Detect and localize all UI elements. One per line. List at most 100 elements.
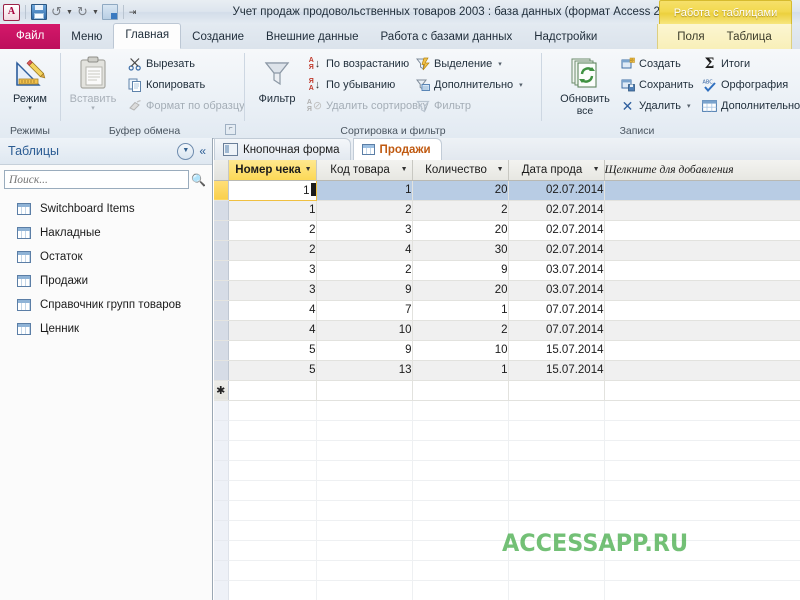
chevron-down-icon[interactable]: ▼ [177,142,195,160]
tab-file[interactable]: Файл [0,24,61,49]
row-selector[interactable] [214,260,229,281]
cell-nomer-cheka[interactable]: 2 [228,240,317,261]
cell-nomer-cheka[interactable]: 1 [228,200,317,221]
tab-home[interactable]: Главная [113,23,182,49]
cell-nomer-cheka[interactable]: 2 [228,220,317,241]
spelling-button[interactable]: ABC Орфография [702,76,788,93]
cell-kolichestvo[interactable]: 10 [412,340,509,361]
cell-kolichestvo[interactable]: 30 [412,240,509,261]
selection-button[interactable]: Выделение ▾ [415,55,502,72]
save-record-button[interactable]: Сохранить [620,76,694,93]
cell-data-prodazhi[interactable]: 15.07.2014 [508,360,605,381]
cell-kod-tovara[interactable]: 3 [316,220,413,241]
cell-kod-tovara[interactable]: 7 [316,300,413,321]
cell-kod-tovara[interactable]: 4 [316,240,413,261]
access-logo-icon[interactable]: A [3,3,20,21]
delete-record-button[interactable]: ✕ Удалить ▾ [620,97,691,114]
cell-data-prodazhi[interactable]: 03.07.2014 [508,280,605,301]
cell-kod-tovara[interactable]: 9 [316,280,413,301]
cell-nomer-cheka[interactable]: 5 [228,360,317,381]
table-row[interactable]: 1 2 2 02.07.2014 [214,200,800,221]
nav-item-switchboard-items[interactable]: Switchboard Items [0,197,212,221]
tab-external-data[interactable]: Внешние данные [255,25,369,49]
paste-button[interactable]: Вставить ▾ [65,53,121,113]
row-selector[interactable] [214,240,229,261]
cell-kod-tovara[interactable]: 1 [316,180,413,201]
cell-nomer-cheka-new[interactable] [228,380,317,401]
add-new-field-header[interactable]: Щелкните для добавления [604,160,800,181]
filter-button[interactable]: Фильтр [249,53,305,105]
chevron-down-icon[interactable]: ▼ [495,166,507,173]
copy-button[interactable]: Копировать [127,76,205,93]
cell-data-prodazhi[interactable]: 15.07.2014 [508,340,605,361]
cell-data-prodazhi[interactable]: 07.07.2014 [508,300,605,321]
tab-create[interactable]: Создание [181,25,255,49]
cell-kod-tovara-new[interactable] [316,380,413,401]
advanced-button[interactable]: Дополнительно ▾ [415,76,523,93]
double-chevron-left-icon[interactable]: « [199,144,206,158]
cell-data-prodazhi[interactable]: 07.07.2014 [508,320,605,341]
cell-kolichestvo[interactable]: 2 [412,320,509,341]
column-header-data-prodazhi[interactable]: Дата прода ▼ [508,160,605,181]
view-button[interactable]: Режим ▾ [2,53,58,113]
table-row[interactable]: 3 2 9 03.07.2014 [214,260,800,281]
tab-fields[interactable]: Поля [666,25,715,49]
row-selector[interactable] [214,200,229,221]
cell-kod-tovara[interactable]: 2 [316,260,413,281]
nav-item-prodazhi[interactable]: Продажи [0,269,212,293]
cell-kod-tovara[interactable]: 2 [316,200,413,221]
cell-nomer-cheka[interactable]: 3 [228,260,317,281]
chevron-down-icon[interactable]: ▾ [519,81,523,89]
save-icon[interactable] [31,4,47,20]
format-painter-button[interactable]: Формат по образцу [127,97,245,114]
select-all-corner[interactable] [214,160,229,181]
cell-data-prodazhi[interactable]: 02.07.2014 [508,200,605,221]
tab-database-tools[interactable]: Работа с базами данных [370,25,524,49]
cell-kolichestvo-new[interactable] [412,380,509,401]
row-selector[interactable] [214,360,229,381]
redo-icon[interactable]: ↻ [76,5,89,19]
new-record-button[interactable]: Создать [620,55,681,72]
chevron-down-icon[interactable]: ▼ [399,166,411,173]
redo-dropdown-icon[interactable]: ▼ [92,6,99,19]
cell-nomer-cheka[interactable]: 4 [228,300,317,321]
table-row[interactable]: 4 7 1 07.07.2014 [214,300,800,321]
cell-kolichestvo[interactable]: 20 [412,280,509,301]
more-records-button[interactable]: Дополнительно [702,97,800,114]
cell-kolichestvo[interactable]: 2 [412,200,509,221]
sort-descending-button[interactable]: ЯА ↓ По убыванию [307,76,396,93]
cell-nomer-cheka[interactable]: 3 [228,280,317,301]
cell-kod-tovara[interactable]: 10 [316,320,413,341]
column-header-kod-tovara[interactable]: Код товара ▼ [316,160,413,181]
customize-icon[interactable] [101,4,118,20]
cell-kod-tovara[interactable]: 13 [316,360,413,381]
row-selector[interactable] [214,320,229,341]
cell-nomer-cheka[interactable]: 5 [228,340,317,361]
tab-addins[interactable]: Надстройки [523,25,608,49]
undo-dropdown-icon[interactable]: ▼ [66,6,73,19]
row-selector[interactable] [214,340,229,361]
sort-ascending-button[interactable]: АЯ ↓ По возрастанию [307,55,409,72]
chevron-down-icon[interactable]: ▾ [498,60,502,68]
cell-data-prodazhi-new[interactable] [508,380,605,401]
cell-nomer-cheka[interactable]: 1 [227,179,317,201]
row-selector[interactable] [214,300,229,321]
nav-item-spravochnik-grupp-tovarov[interactable]: Справочник групп товаров [0,293,212,317]
nav-item-nakladnye[interactable]: Накладные [0,221,212,245]
cell-kolichestvo[interactable]: 1 [412,300,509,321]
table-row[interactable]: 3 9 20 03.07.2014 [214,280,800,301]
cell-data-prodazhi[interactable]: 02.07.2014 [508,180,605,201]
table-row[interactable]: 5 9 10 15.07.2014 [214,340,800,361]
column-header-kolichestvo[interactable]: Количество ▼ [412,160,509,181]
doc-tab-prodazhi[interactable]: Продажи [352,138,442,160]
cell-data-prodazhi[interactable]: 03.07.2014 [508,260,605,281]
nav-item-cennik[interactable]: Ценник [0,317,212,341]
cell-kolichestvo[interactable]: 9 [412,260,509,281]
tab-menu[interactable]: Меню [60,25,113,49]
cell-nomer-cheka[interactable]: 4 [228,320,317,341]
cell-data-prodazhi[interactable]: 02.07.2014 [508,220,605,241]
table-row[interactable]: 2 4 30 02.07.2014 [214,240,800,261]
nav-item-ostatok[interactable]: Остаток [0,245,212,269]
chevron-down-icon[interactable]: ▾ [687,102,691,110]
chevron-down-icon[interactable]: ▼ [303,166,315,173]
